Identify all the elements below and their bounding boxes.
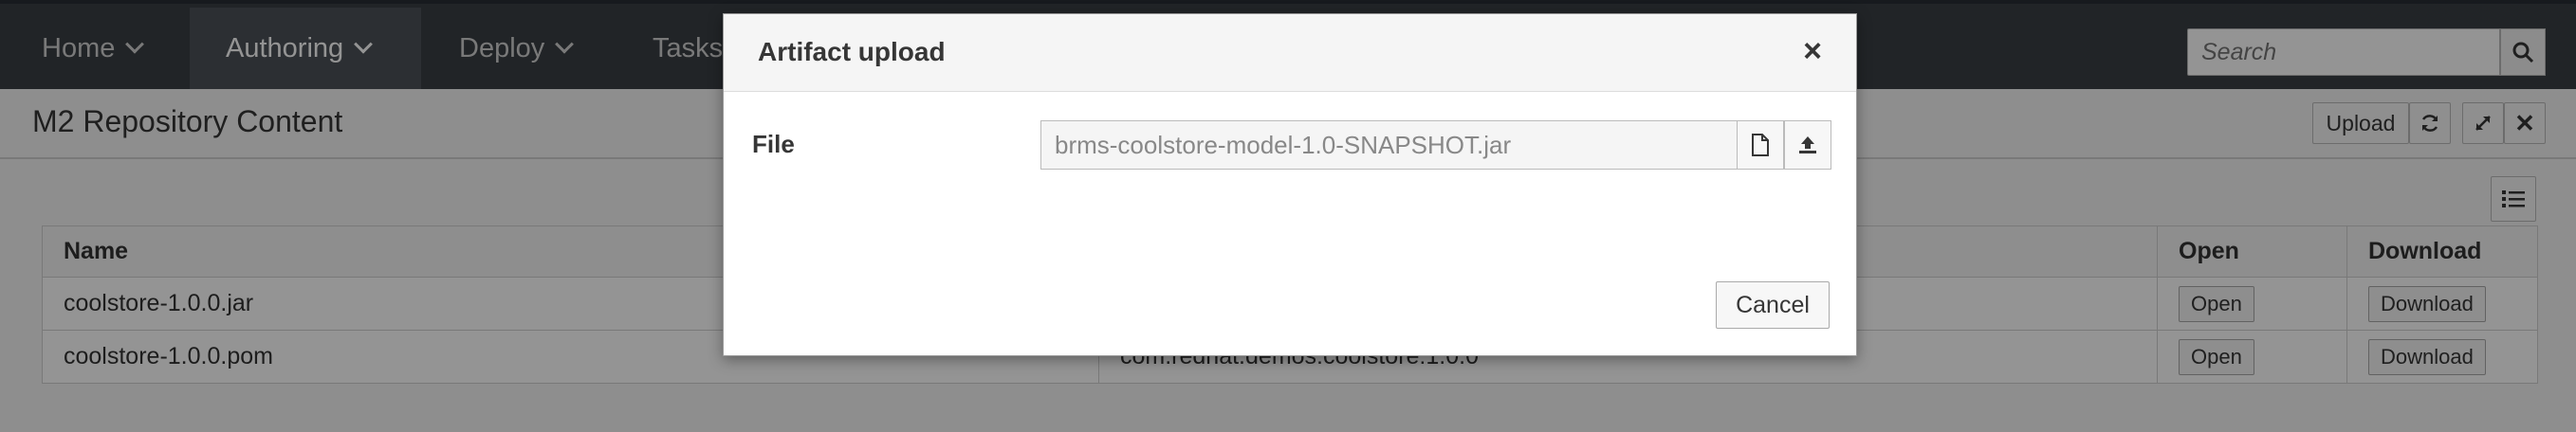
file-path-input[interactable]: brms-coolstore-model-1.0-SNAPSHOT.jar (1040, 120, 1737, 170)
close-icon[interactable]: × (1803, 35, 1822, 67)
upload-file-button[interactable] (1784, 120, 1831, 170)
modal-header: Artifact upload × (724, 14, 1856, 92)
modal-title: Artifact upload (758, 37, 946, 66)
file-label: File (752, 130, 795, 158)
artifact-upload-dialog: Artifact upload × File brms-coolstore-mo… (723, 13, 1857, 356)
cancel-button[interactable]: Cancel (1716, 281, 1830, 329)
upload-icon (1799, 136, 1816, 153)
choose-file-button[interactable] (1737, 120, 1784, 170)
file-icon (1752, 134, 1769, 156)
